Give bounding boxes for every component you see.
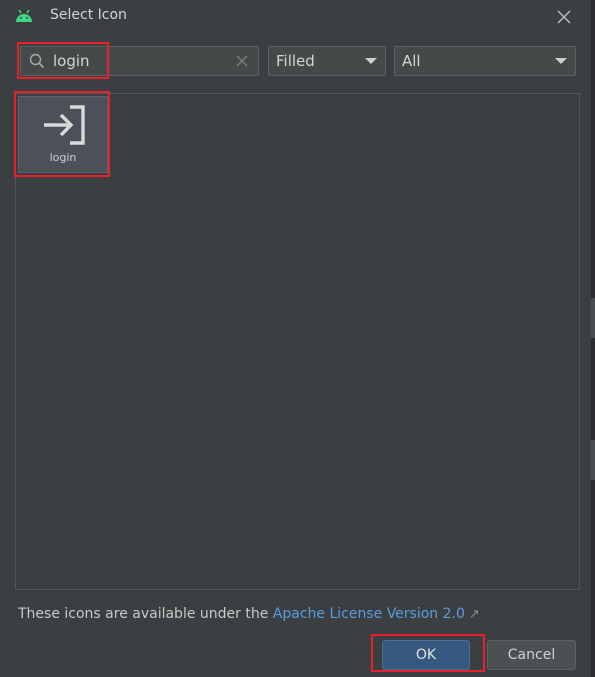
license-link[interactable]: Apache License Version 2.0 [273,606,465,622]
license-prefix: These icons are available under the [18,606,273,622]
edge-accent [591,440,595,480]
login-icon [44,105,85,145]
cancel-button[interactable]: Cancel [487,640,576,670]
clear-icon[interactable] [235,54,249,68]
category-dropdown-value: All [402,52,421,70]
search-input[interactable] [53,51,223,71]
license-text: These icons are available under the Apac… [18,606,480,622]
window-edge [591,0,595,677]
edge-accent [591,298,595,338]
style-dropdown[interactable]: Filled [268,46,386,76]
ok-button[interactable]: OK [382,640,470,670]
icon-grid: login [15,93,580,590]
select-icon-dialog: Select Icon Filled All [0,0,595,677]
android-icon [16,9,32,22]
style-dropdown-value: Filled [276,52,315,70]
category-dropdown[interactable]: All [394,46,576,76]
icon-tile-login[interactable]: login [18,96,108,173]
close-icon[interactable] [553,6,575,28]
chevron-down-icon [555,58,567,64]
dialog-title: Select Icon [50,7,127,23]
chevron-down-icon [365,58,377,64]
search-field[interactable] [20,46,259,76]
icon-tile-label: login [49,151,77,164]
title-bar: Select Icon [0,0,591,34]
search-icon [29,53,45,69]
external-link-icon: ↗ [468,607,480,622]
